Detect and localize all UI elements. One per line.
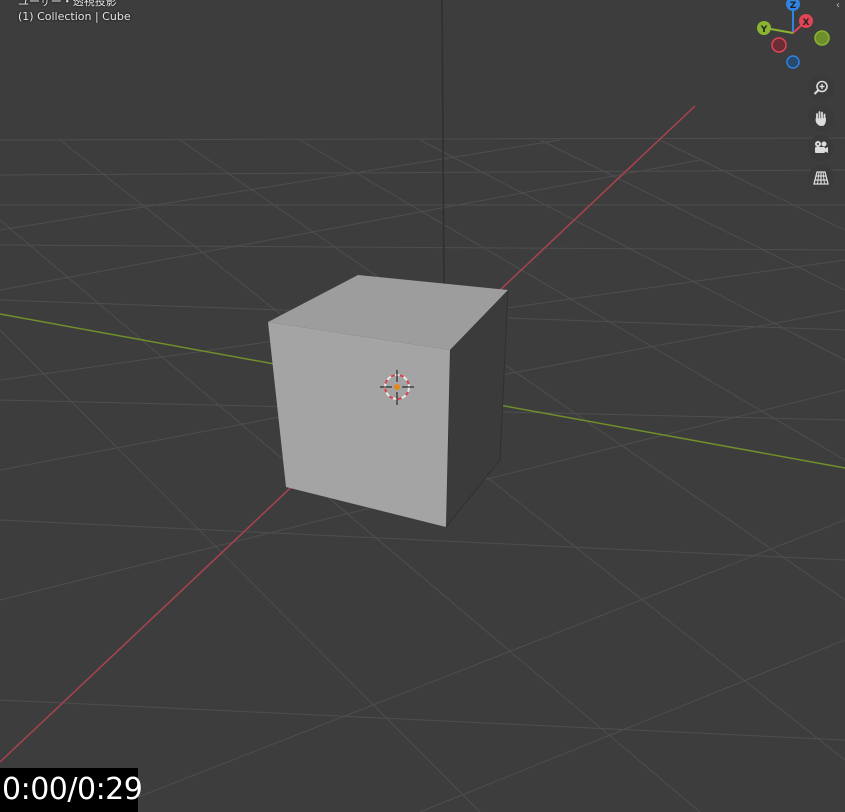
zoom-icon xyxy=(813,80,828,95)
perspective-toggle-button[interactable] xyxy=(808,165,834,191)
pan-button[interactable] xyxy=(808,105,834,131)
zoom-button[interactable] xyxy=(808,75,834,101)
svg-text:Y: Y xyxy=(760,25,768,35)
gizmo-neg-x xyxy=(771,37,787,53)
3d-viewport[interactable]: X Y Z xyxy=(0,0,845,812)
view-mode-label: ユーザー・透視投影 xyxy=(18,0,117,8)
gizmo-neg-z xyxy=(786,55,800,69)
pan-hand-icon xyxy=(815,111,826,126)
svg-text:X: X xyxy=(803,18,810,28)
chevron-left-icon[interactable]: ‹ xyxy=(836,0,840,11)
camera-view-button[interactable] xyxy=(808,135,834,161)
video-timestamp: 0:00/0:29 xyxy=(0,768,143,812)
grid-perspective-icon xyxy=(813,171,829,185)
cube-object[interactable] xyxy=(268,275,509,529)
collection-info-label: (1) Collection | Cube xyxy=(18,10,131,23)
gizmo-neg-y xyxy=(814,30,830,46)
camera-icon xyxy=(815,141,828,153)
svg-text:Z: Z xyxy=(790,1,797,11)
